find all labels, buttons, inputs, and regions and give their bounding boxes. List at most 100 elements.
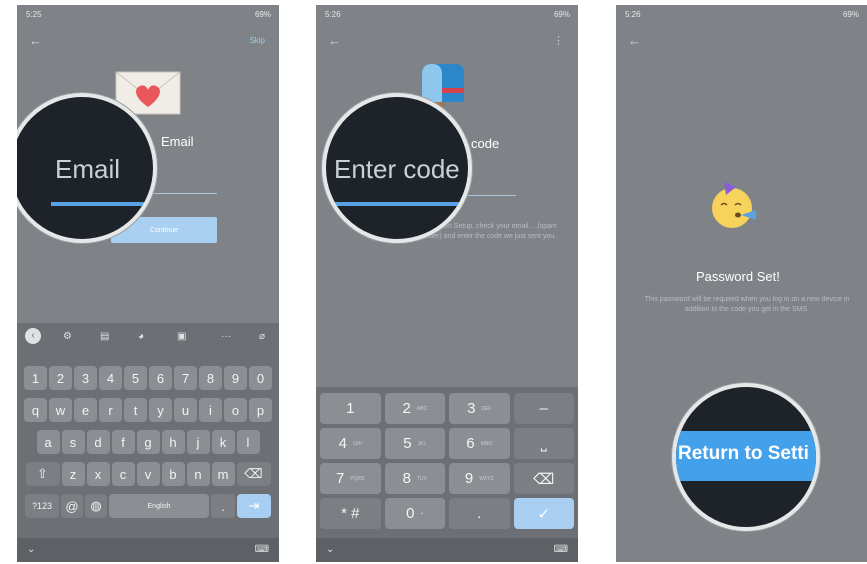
navigation-bar: ⌄ ⌨ [316, 538, 578, 562]
a-row: asdfghjkl [17, 430, 279, 454]
globe-icon[interactable]: ◍ [85, 494, 107, 518]
key-p[interactable]: p [249, 398, 272, 422]
overflow-menu-icon[interactable]: ⋮ [553, 34, 564, 47]
key-2[interactable]: 2 [49, 366, 72, 390]
numpad-key-13[interactable]: 0 + [384, 498, 445, 529]
paste-icon[interactable]: ▣ [177, 331, 186, 342]
magnifier-return-button[interactable]: Return to Setti [672, 383, 820, 531]
numpad-key-7[interactable]: ⎵ [513, 428, 574, 459]
key-r[interactable]: r [99, 398, 122, 422]
numpad-key-2[interactable]: 3 DEF [449, 393, 510, 424]
key-q[interactable]: q [24, 398, 47, 422]
key-e[interactable]: e [74, 398, 97, 422]
key-1[interactable]: 1 [24, 366, 47, 390]
chevron-down-icon[interactable]: ⌄ [27, 544, 35, 555]
palette-icon[interactable]: ◕ [138, 331, 144, 342]
space-key[interactable]: English [109, 494, 209, 518]
phone-email-screen: 5:25 69% ← Skip Email Continue Email ‹ ⚙… [17, 5, 279, 562]
numpad-key-main: 5 [403, 435, 412, 452]
navigation-bar: ⌄ ⌨ [17, 538, 279, 562]
key-6[interactable]: 6 [149, 366, 172, 390]
key-x[interactable]: x [86, 462, 110, 486]
back-arrow-icon[interactable]: ← [628, 33, 641, 48]
backspace-key[interactable]: ⌫ [236, 462, 271, 486]
key-c[interactable]: c [111, 462, 135, 486]
key-m[interactable]: m [211, 462, 235, 486]
numpad-key-8[interactable]: 7 PQRS [320, 463, 381, 494]
key-g[interactable]: g [136, 430, 160, 454]
key-o[interactable]: o [224, 398, 247, 422]
return-to-settings-button[interactable]: Return to Setti [676, 431, 816, 481]
numpad-key-1[interactable]: 2 ABC [384, 393, 445, 424]
numpad-key-14[interactable]: . [449, 498, 510, 529]
key-9[interactable]: 9 [224, 366, 247, 390]
key-k[interactable]: k [211, 430, 235, 454]
key-5[interactable]: 5 [124, 366, 147, 390]
key-0[interactable]: 0 [249, 366, 272, 390]
numpad-key-10[interactable]: 9 WXYZ [449, 463, 510, 494]
numpad-key-main: – [539, 400, 548, 417]
numpad-key-5[interactable]: 5 JKL [384, 428, 445, 459]
numpad-key-main: 9 [464, 470, 474, 487]
back-arrow-icon[interactable]: ← [328, 33, 341, 48]
key-f[interactable]: f [111, 430, 135, 454]
more-icon[interactable]: ··· [221, 331, 231, 342]
numpad-key-6[interactable]: 6 MNO [449, 428, 510, 459]
numpad-key-3[interactable]: – [513, 393, 574, 424]
key-z[interactable]: z [61, 462, 85, 486]
key-y[interactable]: y [149, 398, 172, 422]
chevron-down-icon[interactable]: ⌄ [326, 544, 334, 555]
q-row: qwertyuiop [17, 398, 279, 422]
code-input-underline [332, 202, 462, 206]
keyboard-icon[interactable]: ⌨ [255, 544, 269, 555]
status-bar: 5:26 69% [616, 5, 867, 23]
numpad-key-12[interactable]: * # [320, 498, 381, 529]
keyboard-icon[interactable]: ⌨ [554, 544, 568, 555]
key-4[interactable]: 4 [99, 366, 122, 390]
key-a[interactable]: a [36, 430, 60, 454]
key-w[interactable]: w [49, 398, 72, 422]
key-l[interactable]: l [236, 430, 260, 454]
numpad-key-4[interactable]: 4 GHI [320, 428, 381, 459]
key-t[interactable]: t [124, 398, 147, 422]
key-h[interactable]: h [161, 430, 185, 454]
numpad-key-letters: + [420, 510, 424, 517]
numpad-key-9[interactable]: 8 TUV [384, 463, 445, 494]
numpad-key-main: 2 [402, 400, 411, 417]
key-j[interactable]: j [186, 430, 210, 454]
clipboard-icon[interactable]: ▤ [100, 331, 109, 342]
numpad-key-0[interactable]: 1 [320, 393, 381, 424]
numpad-key-15[interactable]: ✓ [513, 498, 574, 529]
back-arrow-icon[interactable]: ← [29, 33, 42, 48]
key-b[interactable]: b [161, 462, 185, 486]
key-8[interactable]: 8 [199, 366, 222, 390]
gear-icon[interactable]: ⚙ [63, 331, 72, 342]
key-n[interactable]: n [186, 462, 210, 486]
key-i[interactable]: i [199, 398, 222, 422]
numpad-key-main: * # [341, 505, 360, 522]
password-set-title: Password Set! [696, 269, 780, 284]
email-title: Email [161, 134, 194, 149]
numpad-key-main: 1 [346, 400, 355, 417]
magnifier-code-field[interactable]: Enter code [322, 93, 472, 243]
numpad-key-main: ✓ [537, 505, 551, 523]
password-set-description: This password will be required when you … [644, 296, 850, 313]
shift-key[interactable]: ⇧ [25, 462, 60, 486]
next-key[interactable]: ⇥ [237, 494, 271, 518]
skip-button[interactable]: Skip [249, 36, 265, 45]
numpad-key-letters: DEF [481, 405, 492, 412]
keyboard-back-icon[interactable]: ‹ [25, 328, 41, 344]
key-s[interactable]: s [61, 430, 85, 454]
dot-key[interactable]: . [211, 494, 235, 518]
at-key[interactable]: @ [61, 494, 83, 518]
key-d[interactable]: d [86, 430, 110, 454]
email-input-underline [51, 202, 153, 206]
symbols-key[interactable]: ?123 [25, 494, 59, 518]
key-u[interactable]: u [174, 398, 197, 422]
key-7[interactable]: 7 [174, 366, 197, 390]
key-3[interactable]: 3 [74, 366, 97, 390]
key-v[interactable]: v [136, 462, 160, 486]
numpad-key-11[interactable]: ⌫ [513, 463, 574, 494]
continue-label: Continue [149, 226, 179, 234]
mic-off-icon[interactable]: ⌀ [259, 331, 265, 342]
